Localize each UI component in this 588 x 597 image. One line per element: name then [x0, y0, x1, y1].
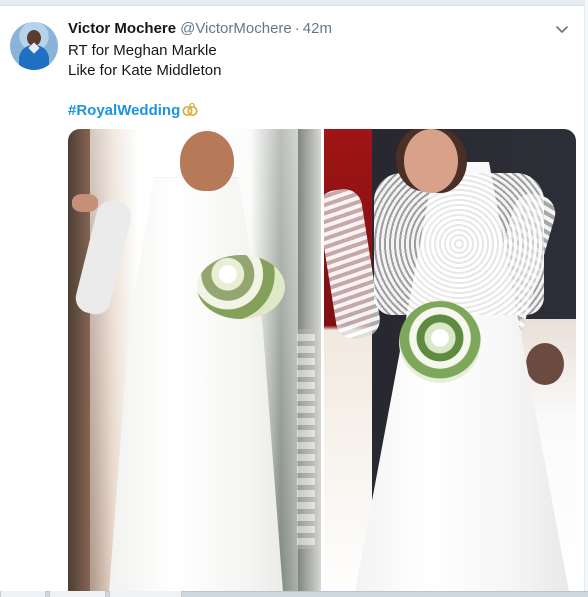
left-head-shape	[180, 131, 234, 191]
right-head-shape	[403, 129, 458, 193]
hashtag-link[interactable]: #RoyalWedding	[68, 102, 180, 119]
tweet-text: RT for Meghan Markle Like for Kate Middl…	[68, 41, 221, 81]
tweet-media-grid[interactable]	[68, 129, 576, 597]
user-handle[interactable]: @VictorMochere	[180, 20, 292, 37]
child-in-background	[526, 343, 564, 385]
taskbar-tab-2[interactable]	[49, 591, 106, 597]
left-bouquet-shape	[197, 255, 285, 319]
top-edge	[0, 0, 588, 6]
avatar[interactable]	[10, 22, 58, 70]
chevron-down-icon[interactable]	[554, 22, 570, 38]
hashtag-row: #RoyalWedding	[68, 99, 199, 121]
taskbar-tab-3[interactable]	[109, 591, 182, 597]
tweet-text-line-2: Like for Kate Middleton	[68, 62, 222, 79]
wedding-rings-icon	[182, 103, 198, 117]
display-name[interactable]: Victor Mochere	[68, 20, 176, 37]
tweet-time[interactable]: 42m	[303, 20, 332, 37]
tweet-text-line-1: RT for Meghan Markle	[68, 42, 217, 59]
kate-middleton-photo[interactable]	[323, 129, 576, 597]
taskbar-tab-1[interactable]	[0, 591, 46, 597]
right-lace-top-shape	[373, 173, 544, 315]
timestamp-separator: ·	[294, 20, 300, 37]
right-edge	[584, 0, 588, 597]
tweet-header: Victor Mochere @VictorMochere · 42m	[68, 20, 332, 40]
right-bouquet-shape	[398, 301, 481, 383]
meghan-markle-photo[interactable]	[68, 129, 321, 597]
left-lace-shape	[296, 329, 315, 549]
left-hand-shape	[72, 194, 98, 212]
tweet-card: Victor Mochere @VictorMochere · 42m RT f…	[0, 0, 588, 597]
